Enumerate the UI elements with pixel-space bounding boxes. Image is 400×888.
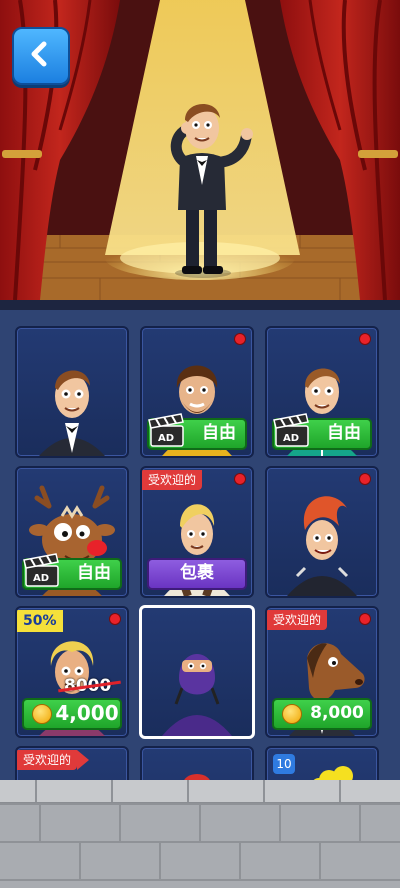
character-card-reindeer[interactable]: AD 自由 [15, 466, 129, 598]
ad-free-label: 自由 [77, 563, 111, 583]
ad-clapperboard-icon: AD [23, 553, 59, 587]
character-card-blonde-vest[interactable]: 受欢迎的 包裹 [140, 466, 254, 598]
character-shop-grid: AD 自由 AD 自由 AD 自由 受欢迎的 包裹 50% 8000 4,000… [0, 310, 400, 780]
popular-tag: 受欢迎的 [267, 610, 328, 630]
character-portrait [287, 496, 357, 596]
ad-free-label: 自由 [327, 423, 361, 443]
package-button[interactable]: 包裹 [147, 558, 247, 590]
popular-tag: 受欢迎的 [142, 470, 203, 490]
stage-divider [0, 300, 400, 310]
discount-tag: 50% [17, 610, 63, 632]
character-card-partial-2[interactable] [140, 746, 254, 780]
ad-free-label: 自由 [202, 423, 236, 443]
buy-coin-button[interactable]: 8000 4,000 [22, 676, 122, 730]
ad-free-button[interactable]: AD 自由 [272, 413, 372, 450]
old-price: 8000 [64, 676, 112, 696]
character-card-tuxedo[interactable] [15, 326, 129, 458]
stone-bricks [0, 780, 400, 881]
character-card-curly-blonde[interactable]: 50% 8000 4,000 [15, 606, 129, 738]
character-card-ninja[interactable] [139, 605, 255, 739]
price-label: 4,000 [55, 701, 119, 725]
character-portrait [162, 654, 232, 736]
svg-text:AD: AD [283, 433, 299, 444]
buy-coin-button[interactable]: 8,000 [272, 698, 372, 730]
svg-text:AD: AD [158, 433, 174, 444]
ad-free-button[interactable]: AD 自由 [22, 553, 122, 590]
stone-wall-footer [0, 780, 400, 888]
coin-icon [282, 704, 302, 724]
chevron-left-icon [31, 41, 47, 67]
character-card-tracksuit[interactable]: AD 自由 [265, 326, 379, 458]
back-button[interactable] [12, 27, 70, 85]
character-card-bearded[interactable]: AD 自由 [140, 326, 254, 458]
character-card-partial-1[interactable]: 受欢迎的 [15, 746, 129, 780]
popular-tag: 受欢迎的 [17, 750, 90, 770]
character-card-partial-3[interactable]: 10 [265, 746, 379, 780]
coin-icon [32, 704, 52, 724]
price-label: 8,000 [310, 703, 364, 723]
ad-free-button[interactable]: AD 自由 [147, 413, 247, 450]
ad-clapperboard-icon: AD [273, 413, 309, 447]
character-portrait [313, 766, 353, 780]
ad-clapperboard-icon: AD [148, 413, 184, 447]
character-card-horse-head[interactable]: 受欢迎的 8,000 [265, 606, 379, 738]
character-card-punk[interactable] [265, 466, 379, 598]
stage-preview [0, 0, 400, 300]
character-portrait [184, 774, 210, 780]
svg-text:AD: AD [33, 573, 49, 584]
character-portrait [39, 370, 105, 456]
